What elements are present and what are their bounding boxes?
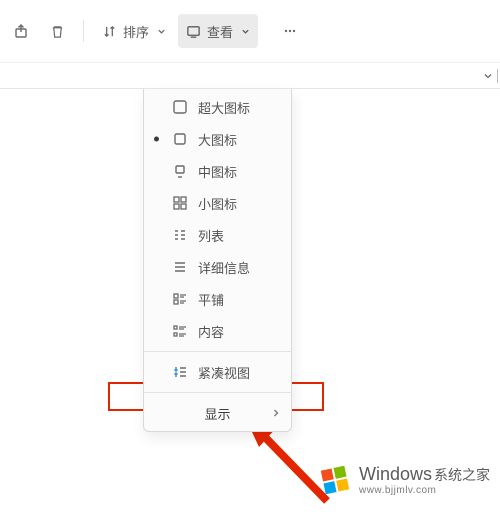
compact-view-icon xyxy=(172,364,188,380)
menu-item-show-submenu[interactable]: 显示 xyxy=(144,397,291,429)
menu-item-label: 超大图标 xyxy=(198,98,250,117)
small-icons-icon xyxy=(172,195,188,211)
menu-item-small-icons[interactable]: 小图标 xyxy=(144,187,291,219)
large-icons-icon xyxy=(172,131,188,147)
content-area: 文件夹为空。 超大图标 大图标 中图标 小图标 xyxy=(0,89,500,506)
menu-item-label: 小图标 xyxy=(198,194,237,213)
chevron-down-icon[interactable] xyxy=(483,71,493,81)
chevron-right-icon xyxy=(271,408,281,418)
menu-item-details[interactable]: 详细信息 xyxy=(144,251,291,283)
sort-icon xyxy=(102,24,117,39)
sort-label: 排序 xyxy=(123,22,149,41)
view-label: 查看 xyxy=(207,22,233,41)
menu-item-large-icons[interactable]: 大图标 xyxy=(144,123,291,155)
toolbar-separator xyxy=(83,20,84,42)
menu-separator xyxy=(144,351,291,352)
watermark-brand: Windows xyxy=(359,464,432,485)
watermark-brand-cn: 系统之家 xyxy=(434,465,490,485)
menu-item-label: 紧凑视图 xyxy=(198,363,250,382)
menu-item-content[interactable]: 内容 xyxy=(144,315,291,347)
details-icon xyxy=(172,259,188,275)
ellipsis-icon xyxy=(282,23,298,39)
sort-button[interactable]: 排序 xyxy=(94,14,174,48)
content-icon xyxy=(172,323,188,339)
menu-item-medium-icons[interactable]: 中图标 xyxy=(144,155,291,187)
medium-icons-icon xyxy=(172,163,188,179)
list-icon xyxy=(172,227,188,243)
menu-item-tiles[interactable]: 平铺 xyxy=(144,283,291,315)
chevron-down-icon xyxy=(157,27,166,36)
menu-item-label: 显示 xyxy=(204,404,230,423)
column-header xyxy=(0,63,500,89)
view-menu: 超大图标 大图标 中图标 小图标 列表 xyxy=(143,89,292,432)
windows-logo-icon xyxy=(317,462,353,498)
menu-item-label: 列表 xyxy=(198,226,224,245)
menu-item-label: 详细信息 xyxy=(198,258,250,277)
menu-item-label: 中图标 xyxy=(198,162,237,181)
menu-item-label: 大图标 xyxy=(198,130,237,149)
watermark-line1: Windows 系统之家 xyxy=(359,464,490,485)
share-button[interactable] xyxy=(6,14,38,48)
share-icon xyxy=(14,23,30,39)
watermark-url: www.bjjmlv.com xyxy=(359,485,490,496)
tiles-icon xyxy=(172,291,188,307)
menu-item-list[interactable]: 列表 xyxy=(144,219,291,251)
trash-icon xyxy=(50,24,65,39)
toolbar: 排序 查看 xyxy=(0,0,500,63)
menu-item-compact-view[interactable]: 紧凑视图 xyxy=(144,356,291,388)
selected-bullet-icon xyxy=(154,137,159,142)
more-button[interactable] xyxy=(274,14,306,48)
menu-item-label: 平铺 xyxy=(198,290,224,309)
view-icon xyxy=(186,24,201,39)
view-button[interactable]: 查看 xyxy=(178,14,258,48)
watermark: Windows 系统之家 www.bjjmlv.com xyxy=(317,462,490,498)
menu-separator xyxy=(144,392,291,393)
extra-large-icons-icon xyxy=(172,99,188,115)
chevron-down-icon xyxy=(241,27,250,36)
delete-button[interactable] xyxy=(42,14,73,48)
menu-item-label: 内容 xyxy=(198,322,224,341)
menu-item-extra-large-icons[interactable]: 超大图标 xyxy=(144,91,291,123)
column-divider[interactable] xyxy=(497,69,498,83)
